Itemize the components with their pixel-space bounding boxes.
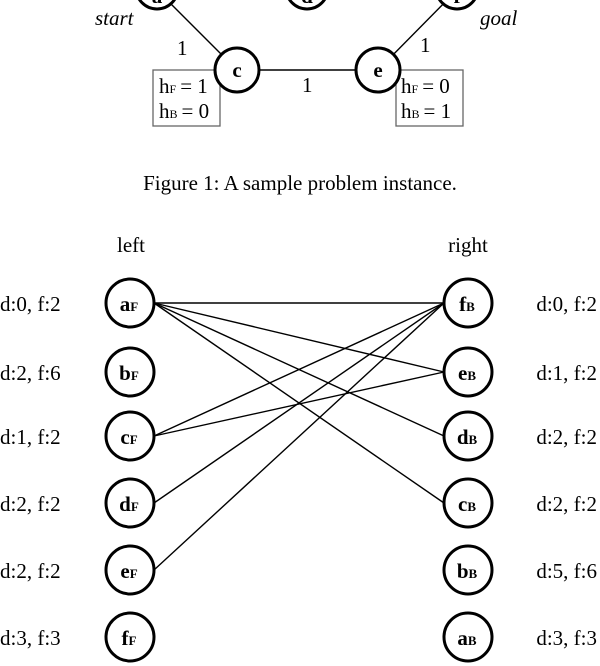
start-label: start	[95, 6, 135, 30]
figure-1-caption: Figure 1: A sample problem instance.	[143, 171, 457, 195]
node-bB-info: d:5, f:6	[536, 559, 597, 583]
goal-label: goal	[480, 6, 518, 30]
node-a-label: a	[152, 0, 163, 8]
node-eB-info: d:1, f:2	[536, 361, 597, 385]
hB-e: hB = 1	[401, 99, 451, 123]
hB-c: hB = 0	[159, 99, 209, 123]
node-c-label: c	[232, 58, 241, 82]
right-title: right	[448, 233, 488, 257]
edge-cF-eB	[153, 371, 445, 437]
node-cB-info: d:2, f:2	[536, 492, 597, 516]
node-fF-info: d:3, f:3	[0, 626, 61, 650]
node-dF-info: d:2, f:2	[0, 492, 61, 516]
figure-1-graph: 1 1 1 a d f start goal hF= 1 hB= 0 hF= 0…	[95, 0, 518, 127]
figure-canvas: 1 1 1 a d f start goal hF= 1 hB= 0 hF= 0…	[0, 0, 597, 663]
node-aB-info: d:3, f:3	[536, 626, 597, 650]
node-aF-info: d:0, f:2	[0, 292, 61, 316]
edge-weight-a-c: 1	[177, 36, 188, 60]
node-dB-info: d:2, f:2	[536, 425, 597, 449]
node-f-label: f	[454, 0, 462, 8]
node-eF-info: d:2, f:2	[0, 559, 61, 583]
node-cF-info: d:1, f:2	[0, 425, 61, 449]
node-fB-info: d:0, f:2	[536, 292, 597, 316]
node-e-label: e	[373, 58, 382, 82]
left-title: left	[117, 233, 145, 257]
edge-weight-c-e: 1	[302, 73, 313, 97]
edge-eF-fB	[153, 302, 445, 571]
node-bF-info: d:2, f:6	[0, 361, 61, 385]
edge-weight-e-f: 1	[420, 33, 431, 57]
edge-aF-eB	[153, 302, 445, 373]
bipartite-edges	[153, 302, 445, 571]
hF-e: hF = 0	[401, 74, 450, 98]
hF-c: hF = 1	[159, 74, 208, 98]
bipartite-nodes: aFd:0, f:2bFd:2, f:6cFd:1, f:2dFd:2, f:2…	[0, 277, 597, 663]
node-d-label: d	[301, 0, 313, 8]
